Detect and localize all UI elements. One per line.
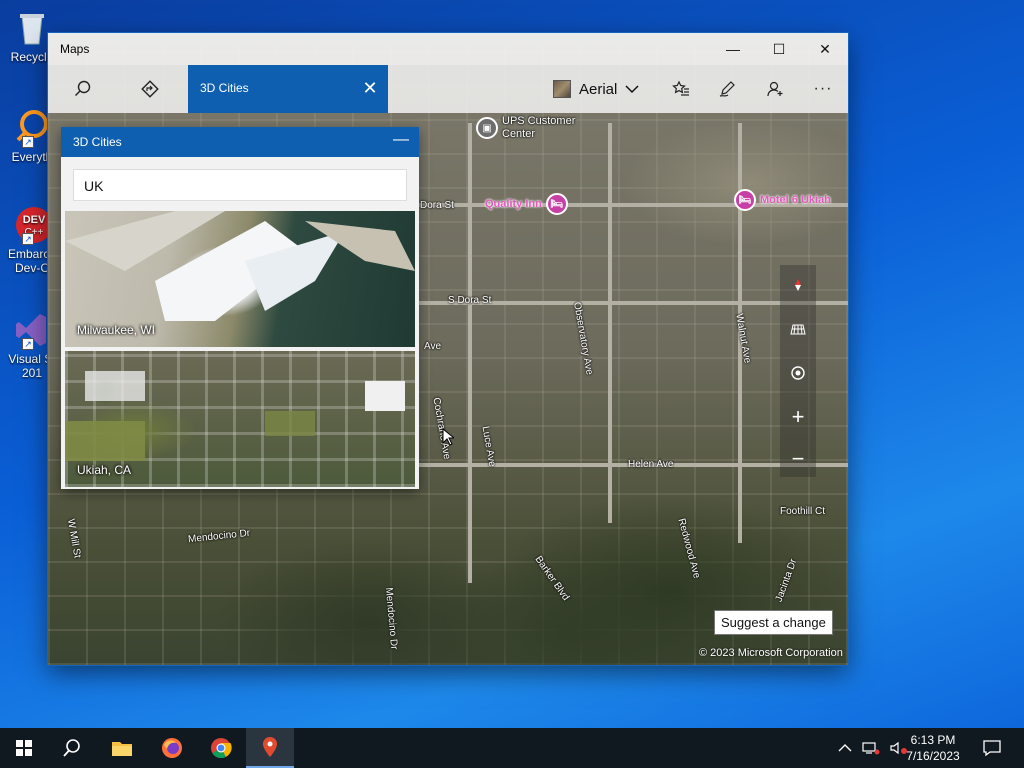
notification-icon	[983, 740, 1001, 757]
poi-label: Motel 6 Ukiah	[760, 194, 831, 206]
search-button[interactable]	[60, 65, 106, 113]
poi-label: Quality Inn	[485, 198, 542, 210]
street-label: Redwood Ave	[675, 517, 703, 580]
locate-icon	[791, 366, 805, 380]
svg-text:DEV: DEV	[23, 214, 46, 226]
chevron-down-icon	[625, 85, 639, 94]
ink-icon	[719, 81, 735, 97]
action-center-button[interactable]	[968, 728, 1016, 768]
directions-button[interactable]	[127, 65, 173, 113]
city-card-milwaukee[interactable]: Milwaukee, WI	[65, 211, 415, 347]
taskbar-search-button[interactable]	[48, 728, 96, 768]
map-road	[608, 123, 612, 523]
street-label: Mendocino Dr	[382, 587, 400, 650]
everything-search-icon: ↗	[12, 108, 52, 148]
street-label: Dora St	[420, 200, 454, 211]
panel-title: 3D Cities	[73, 135, 122, 149]
street-label: S Dora St	[448, 295, 492, 306]
suggest-change-button[interactable]: Suggest a change	[714, 610, 833, 635]
firefox-icon	[162, 738, 182, 758]
minimize-button[interactable]: —	[710, 33, 756, 65]
account-button[interactable]	[752, 65, 798, 113]
chrome-icon	[211, 738, 232, 759]
directions-icon	[141, 80, 159, 98]
zoom-in-button[interactable]: +	[780, 397, 816, 437]
panel-header[interactable]: 3D Cities —	[61, 127, 419, 157]
maps-icon	[263, 737, 277, 757]
street-label: Observatory Ave	[571, 301, 595, 376]
tilt-button[interactable]	[780, 309, 816, 349]
recycle-bin-icon	[12, 8, 52, 48]
street-label: Walnut Ave	[733, 312, 753, 365]
taskbar-firefox[interactable]	[148, 728, 196, 768]
map-style-label: Aerial	[579, 80, 618, 98]
poi-motel-6[interactable]: 🛏 Motel 6 Ukiah	[734, 189, 831, 211]
copyright-text: © 2023 Microsoft Corporation	[699, 647, 843, 659]
favorites-icon	[672, 80, 689, 96]
hotel-icon: 🛏	[734, 189, 756, 211]
3d-cities-panel: 3D Cities — UK Milwaukee, WI Ukiah, CA	[61, 127, 419, 489]
poi-ups[interactable]: ▣ UPS Customer Center	[476, 115, 592, 141]
map-style-dropdown[interactable]: Aerial	[553, 73, 639, 105]
more-button[interactable]: ···	[800, 65, 846, 113]
street-label: Foothill Ct	[780, 506, 826, 517]
window-title: Maps	[60, 42, 90, 56]
street-label: Jacinta Dr	[773, 557, 800, 604]
street-label: Barker Blvd	[532, 554, 572, 603]
taskbar-clock[interactable]: 6:13 PM 7/16/2023	[898, 732, 968, 764]
file-explorer-icon	[112, 742, 132, 756]
map-road	[468, 123, 472, 583]
city-label: Milwaukee, WI	[77, 323, 156, 337]
city-card-ukiah[interactable]: Ukiah, CA	[65, 351, 415, 487]
clock-time: 6:13 PM	[910, 733, 956, 747]
street-label: Mendocino Dr	[187, 527, 251, 546]
favorites-button[interactable]	[658, 65, 704, 113]
mouse-cursor-icon	[442, 428, 454, 446]
aerial-thumbnail-icon	[553, 80, 571, 98]
close-button[interactable]: ✕	[802, 33, 848, 65]
maps-toolbar: 3D Cities ✕ Aerial ···	[48, 65, 848, 113]
taskbar: 6:13 PM 7/16/2023	[0, 728, 1024, 768]
visual-studio-icon: ↗	[12, 310, 52, 350]
tab-label: 3D Cities	[200, 81, 249, 95]
zoom-out-button[interactable]: −	[780, 439, 816, 479]
panel-minimize-button[interactable]: —	[389, 129, 413, 153]
hotel-icon: 🛏	[545, 193, 568, 215]
close-tab-button[interactable]: ✕	[358, 77, 382, 101]
tab-3d-cities[interactable]: 3D Cities ✕	[188, 65, 388, 113]
street-label: W Mill St	[64, 518, 83, 559]
devcpp-icon: DEV C++ ↗	[12, 205, 52, 245]
search-icon	[75, 80, 91, 96]
ink-button[interactable]	[704, 65, 750, 113]
taskbar-maps[interactable]	[246, 728, 294, 768]
map-control-strip: + −	[780, 265, 816, 477]
account-icon	[767, 81, 783, 97]
start-button[interactable]	[0, 728, 48, 768]
compass-button[interactable]	[780, 265, 816, 305]
locate-button[interactable]	[780, 353, 816, 393]
title-bar[interactable]: Maps — ☐ ✕	[48, 33, 848, 65]
street-label: Ave	[424, 341, 442, 352]
shortcut-arrow-icon: ↗	[22, 136, 34, 148]
city-search-input[interactable]: UK	[73, 169, 407, 201]
search-icon	[63, 739, 80, 757]
shop-icon: ▣	[476, 117, 498, 139]
street-label: Helen Ave	[628, 459, 674, 470]
clock-date: 7/16/2023	[906, 749, 960, 763]
poi-quality-inn[interactable]: Quality Inn 🛏	[485, 193, 568, 215]
shortcut-arrow-icon: ↗	[22, 338, 34, 350]
city-label: Ukiah, CA	[77, 463, 132, 477]
maximize-button[interactable]: ☐	[756, 33, 802, 65]
taskbar-file-explorer[interactable]	[98, 728, 146, 768]
chevron-up-icon[interactable]	[838, 743, 852, 753]
street-label: Luce Ave	[479, 425, 498, 468]
windows-icon	[16, 740, 32, 756]
taskbar-chrome[interactable]	[197, 728, 245, 768]
shortcut-arrow-icon: ↗	[22, 233, 34, 245]
poi-label: UPS Customer Center	[502, 115, 576, 140]
compass-icon	[795, 279, 801, 291]
network-icon[interactable]	[862, 741, 880, 755]
grid-icon	[790, 324, 806, 335]
